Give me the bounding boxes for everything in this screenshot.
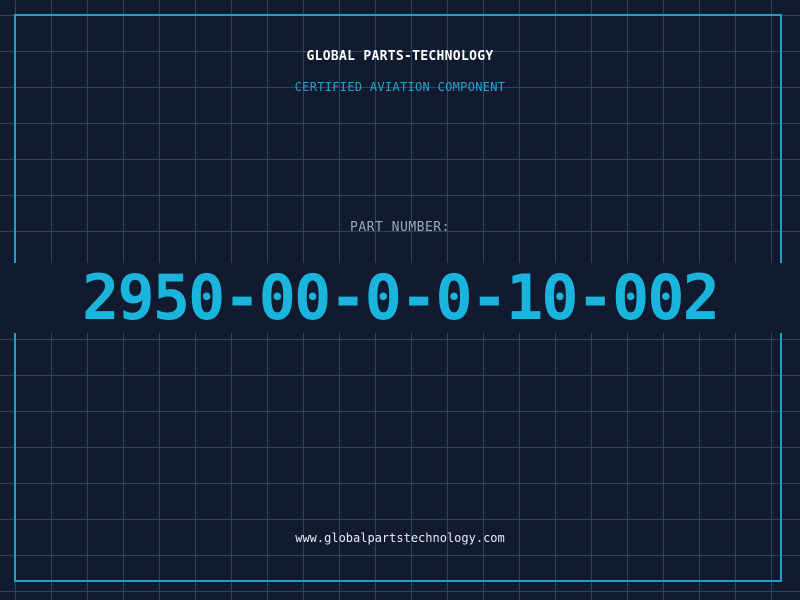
brand-title: GLOBAL PARTS-TECHNOLOGY (306, 49, 494, 64)
part-number-label: PART NUMBER: (350, 220, 450, 235)
certification-tagline: CERTIFIED AVIATION COMPONENT (294, 80, 506, 94)
website-url: www.globalpartstechnology.com (295, 531, 505, 545)
label-canvas: GLOBAL PARTS-TECHNOLOGY CERTIFIED AVIATI… (0, 0, 800, 600)
part-number-value: 2950-00-0-0-10-002 (82, 261, 720, 334)
